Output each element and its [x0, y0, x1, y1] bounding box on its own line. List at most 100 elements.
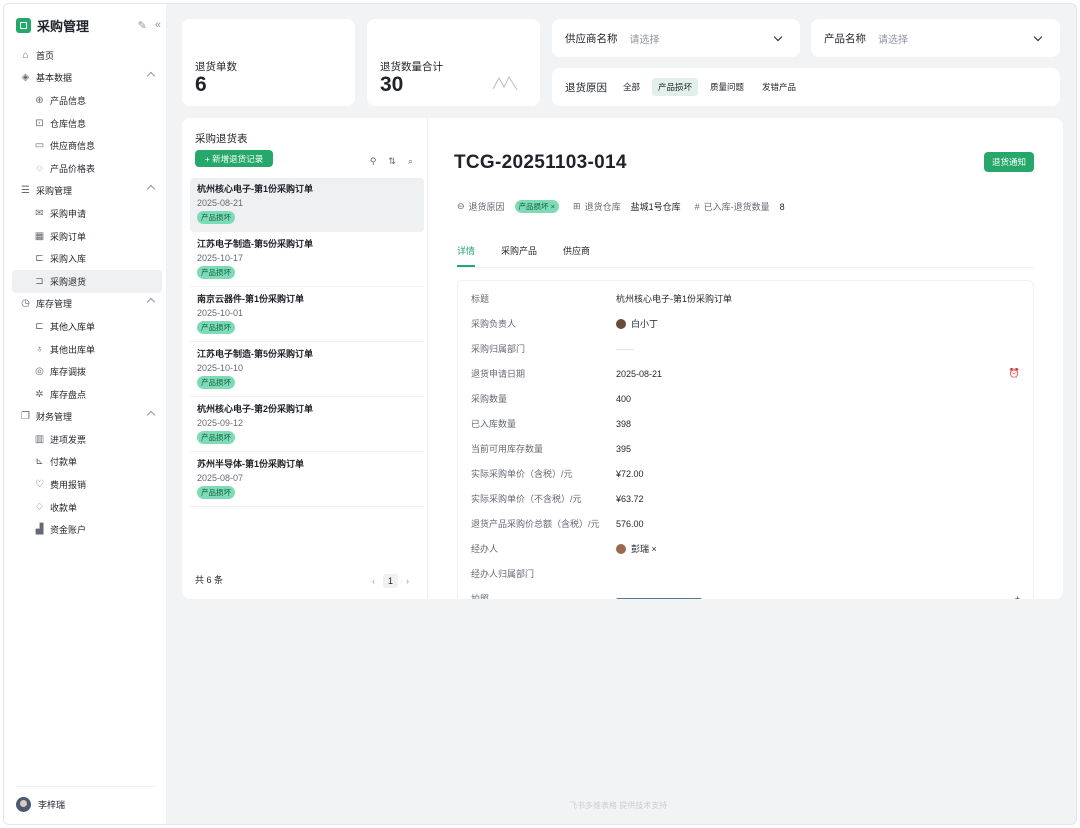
field-row: 当前可用库存数量 395: [471, 436, 1020, 461]
field-value[interactable]: 杭州核心电子-第1份采购订单: [616, 292, 1020, 305]
sidebar-group-basic-data[interactable]: ◈ 基本数据: [12, 67, 162, 90]
sidebar-item-label: 其他出库单: [50, 344, 96, 355]
add-return-button[interactable]: + 新增退货记录: [195, 150, 273, 167]
list-item[interactable]: 苏州半导体-第1份采购订单 2025-08-07 产品损坏: [190, 453, 424, 507]
field-value[interactable]: 2025-08-21: [616, 369, 1009, 379]
field-value[interactable]: 576.00: [616, 519, 1020, 529]
collapse-sidebar-icon[interactable]: «: [155, 19, 161, 31]
stat-label: 退货数量合计: [380, 61, 443, 73]
list-item[interactable]: 江苏电子制造-第5份采购订单 2025-10-17 产品损坏: [190, 233, 424, 287]
page-number[interactable]: 1: [382, 574, 398, 588]
sidebar-item-purchase-return[interactable]: ⊐ 采购退货: [12, 269, 162, 293]
field-row: 退货申请日期 2025-08-21 ⏰: [471, 361, 1020, 386]
user-name: 李梓瑞: [38, 800, 66, 810]
hash-icon: #: [694, 201, 700, 212]
tab-products[interactable]: 采购产品: [501, 244, 537, 267]
meta-label: 退货原因: [468, 202, 505, 212]
sidebar-item-payment[interactable]: ⊾ 付款单: [12, 451, 162, 474]
field-row: 拍照 +: [471, 586, 1020, 599]
outbound-icon: ♁: [35, 343, 44, 355]
chip-wrong-product[interactable]: 发错产品: [756, 78, 802, 96]
sidebar-item-other-outbound[interactable]: ♁ 其他出库单: [12, 338, 162, 361]
sidebar-item-purchase-order[interactable]: ▦ 采购订单: [12, 225, 162, 248]
field-label: 经办人: [471, 544, 499, 554]
field-row: 实际采购单价（不含税）/元 ¥63.72: [471, 486, 1020, 511]
field-label: 退货产品采购价总额（含税）/元: [471, 519, 600, 529]
select-placeholder: 请选择: [629, 34, 660, 46]
tab-supplier[interactable]: 供应商: [563, 244, 590, 267]
chevron-up-icon: [146, 71, 156, 80]
reason-tag: 产品损坏: [197, 321, 235, 334]
reason-tag: 产品损坏: [197, 376, 235, 389]
sort-icon[interactable]: ⇅: [388, 156, 396, 167]
sidebar-item-products[interactable]: ⊕ 产品信息: [12, 89, 162, 112]
field-value[interactable]: ——: [616, 344, 1020, 354]
reason-tag[interactable]: 产品损坏 ×: [514, 200, 560, 213]
record-title: 杭州核心电子-第1份采购订单: [197, 184, 314, 194]
field-value[interactable]: ¥72.00: [616, 469, 1020, 479]
field-row: 标题 杭州核心电子-第1份采购订单: [471, 286, 1020, 311]
reason-tag: 产品损坏: [197, 486, 235, 499]
globe-icon: ⊕: [35, 94, 44, 106]
supplier-select[interactable]: 供应商名称 请选择: [552, 19, 800, 57]
monitor-icon: ▭: [34, 140, 45, 152]
field-label: 采购数量: [471, 394, 508, 404]
sidebar-item-purchase-inbound[interactable]: ⊏ 采购入库: [12, 247, 162, 270]
field-value[interactable]: 395: [616, 444, 1020, 454]
sidebar-item-other-inbound[interactable]: ⊏ 其他入库单: [12, 315, 162, 338]
reason-chips: 全部 产品损坏 质量问题 发错产品: [617, 78, 808, 96]
field-value[interactable]: ¥63.72: [616, 494, 1020, 504]
sidebar-group-finance[interactable]: ❐ 财务管理: [12, 406, 162, 429]
sidebar-item-purchase-request[interactable]: ✉ 采购申请: [12, 202, 162, 225]
meta-value: 8: [779, 201, 785, 212]
field-row: 已入库数量 398: [471, 411, 1020, 436]
field-label: 经办人归属部门: [471, 569, 535, 579]
chart-bar-icon: ▟: [35, 524, 44, 536]
sidebar-item-warehouses[interactable]: ⊡ 仓库信息: [12, 112, 162, 135]
payment-icon: ⊾: [35, 456, 44, 468]
sidebar-item-input-invoice[interactable]: ▥ 进项发票: [12, 428, 162, 451]
sidebar-item-receipt[interactable]: ♢ 收款单: [12, 496, 162, 519]
sidebar-item-home[interactable]: ⌂ 首页: [12, 44, 162, 67]
field-value[interactable]: 400: [616, 394, 1020, 404]
add-photo-icon[interactable]: +: [1015, 594, 1020, 600]
list-item[interactable]: 杭州核心电子-第1份采购订单 2025-08-21 产品损坏: [190, 178, 424, 232]
return-notice-button[interactable]: 退货通知: [984, 152, 1034, 172]
chip-product-damaged[interactable]: 产品损坏: [652, 78, 699, 96]
record-date: 2025-09-12: [197, 418, 244, 428]
list-item[interactable]: 南京云器件-第1份采购订单 2025-10-01 产品损坏: [190, 288, 424, 342]
edit-icon[interactable]: ✎: [138, 19, 147, 32]
list-item[interactable]: 江苏电子制造-第5份采购订单 2025-10-10 产品损坏: [190, 343, 424, 397]
meta-value: 盐城1号仓库: [630, 202, 681, 212]
calendar-icon: ▦: [34, 230, 45, 242]
search-icon[interactable]: ⌕: [408, 156, 413, 167]
record-date: 2025-10-17: [197, 253, 244, 263]
avatar: [16, 797, 31, 812]
list-title: 采购退货表: [195, 133, 248, 145]
chip-quality-issue[interactable]: 质量问题: [704, 78, 750, 96]
sidebar-item-price-list[interactable]: ◌ 产品价格表: [12, 157, 162, 180]
sidebar-item-fund-account[interactable]: ▟ 资金账户: [12, 518, 162, 541]
chip-all[interactable]: 全部: [617, 78, 646, 96]
product-select[interactable]: 产品名称 请选择: [811, 19, 1060, 57]
next-page-icon[interactable]: ›: [406, 576, 409, 586]
sidebar-item-stock-transfer[interactable]: ◎ 库存调拨: [12, 360, 162, 383]
photo-thumbnail[interactable]: [616, 597, 702, 599]
prev-page-icon[interactable]: ‹: [372, 576, 375, 586]
field-value[interactable]: 398: [616, 419, 1020, 429]
tab-detail[interactable]: 详情: [457, 244, 476, 267]
sidebar-group-inventory[interactable]: ◷ 库存管理: [12, 293, 162, 316]
sidebar-item-stock-count[interactable]: ✲ 库存盘点: [12, 383, 162, 406]
field-value[interactable]: 白小丁: [616, 317, 1020, 330]
sidebar-item-expense[interactable]: ♡ 费用报销: [12, 473, 162, 496]
user-profile[interactable]: 李梓瑞: [16, 786, 156, 812]
photo-field[interactable]: [616, 592, 1015, 599]
list-item[interactable]: 杭州核心电子-第2份采购订单 2025-09-12 产品损坏: [190, 398, 424, 452]
field-value[interactable]: 彭瑞 ×: [616, 542, 1020, 555]
sidebar-group-purchasing[interactable]: ☰ 采购管理: [12, 180, 162, 203]
sidebar-item-suppliers[interactable]: ▭ 供应商信息: [12, 134, 162, 157]
alarm-icon[interactable]: ⏰: [1009, 368, 1020, 379]
filter-icon[interactable]: ⚲: [370, 156, 377, 167]
sidebar-item-label: 库存调拨: [50, 367, 87, 378]
reason-filter: 退货原因 全部 产品损坏 质量问题 发错产品: [552, 68, 1060, 106]
